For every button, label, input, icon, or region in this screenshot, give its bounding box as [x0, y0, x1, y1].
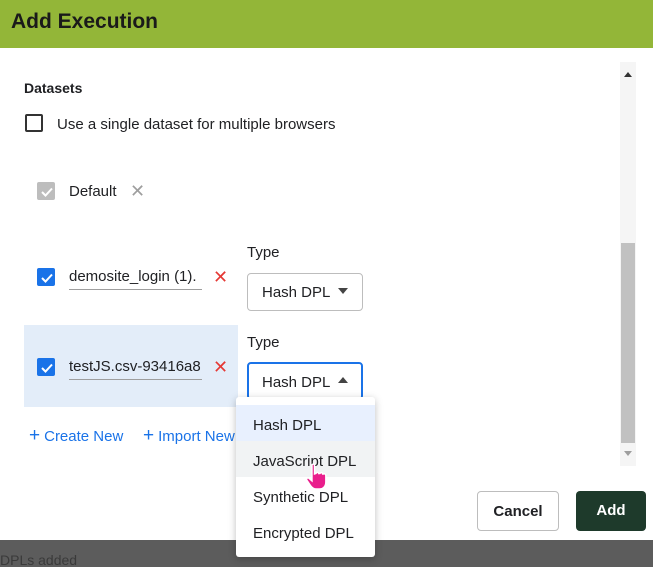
- demosite-type-label: Type: [247, 244, 280, 261]
- remove-testjs-close-icon[interactable]: ✕: [213, 358, 228, 376]
- dropdown-option-hash-dpl[interactable]: Hash DPL: [236, 405, 375, 441]
- check-icon: [41, 363, 53, 373]
- caret-up-icon: [338, 377, 348, 383]
- dialog-title: Add Execution: [11, 10, 159, 33]
- remove-demosite-close-icon[interactable]: ✕: [213, 268, 228, 286]
- create-new-link[interactable]: + Create New: [29, 425, 123, 447]
- check-icon: [41, 273, 53, 283]
- scroll-down-icon[interactable]: [624, 451, 632, 456]
- remove-default-close-icon[interactable]: ✕: [130, 182, 145, 200]
- create-new-label: Create New: [44, 428, 124, 445]
- plus-icon: +: [143, 425, 155, 446]
- testjs-type-label: Type: [247, 334, 280, 351]
- testjs-dataset-checkbox[interactable]: [37, 358, 55, 376]
- scroll-up-icon[interactable]: [624, 72, 632, 77]
- default-dataset-checkbox: [37, 182, 55, 200]
- testjs-dataset-name[interactable]: testJS.csv-93416a8: [69, 358, 202, 380]
- single-dataset-checkbox[interactable]: [25, 114, 43, 132]
- demosite-dataset-checkbox[interactable]: [37, 268, 55, 286]
- dropdown-option-encrypted-dpl[interactable]: Encrypted DPL: [236, 513, 375, 549]
- add-button[interactable]: Add: [576, 491, 646, 531]
- import-new-label: Import New: [158, 428, 235, 445]
- testjs-type-select[interactable]: Hash DPL: [247, 362, 363, 400]
- dialog-scrollbar[interactable]: [620, 62, 636, 466]
- demosite-dataset-name[interactable]: demosite_login (1).: [69, 268, 202, 290]
- testjs-type-value: Hash DPL: [262, 374, 331, 391]
- dialog-header: Add Execution: [0, 0, 653, 48]
- cancel-button[interactable]: Cancel: [477, 491, 559, 531]
- import-new-link[interactable]: + Import New: [143, 425, 235, 447]
- hand-pointer-icon: [305, 463, 327, 496]
- single-dataset-label: Use a single dataset for multiple browse…: [57, 116, 336, 133]
- check-icon: [41, 187, 53, 197]
- datasets-section-title: Datasets: [24, 80, 83, 96]
- demosite-type-value: Hash DPL: [262, 284, 331, 301]
- scroll-thumb[interactable]: [621, 243, 635, 443]
- default-dataset-label: Default: [69, 183, 117, 200]
- background-status-text: DPLs added: [0, 552, 78, 568]
- demosite-type-select[interactable]: Hash DPL: [247, 273, 363, 311]
- caret-down-icon: [338, 288, 348, 294]
- plus-icon: +: [29, 425, 41, 446]
